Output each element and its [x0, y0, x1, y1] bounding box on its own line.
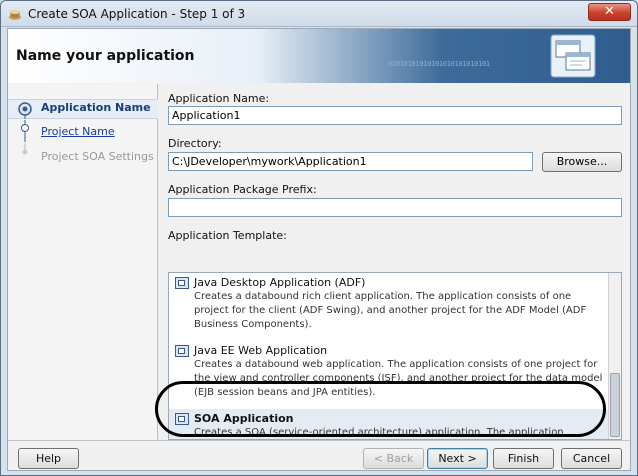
header-binary-decoration: 01010101010101010101010101	[388, 60, 490, 68]
list-item-selected[interactable]: SOA Application Creates a SOA (service-o…	[169, 409, 609, 439]
wizard-content: Application Name: Application1 Directory…	[159, 84, 630, 440]
list-item[interactable]: Java Desktop Application (ADF) Creates a…	[169, 273, 609, 337]
template-label: Application Template:	[168, 229, 287, 242]
template-list: Java Desktop Application (ADF) Creates a…	[168, 272, 622, 440]
step-project-name[interactable]: Project Name	[8, 120, 158, 144]
title-bar: Create SOA Application - Step 1 of 3 ✕	[1, 1, 637, 27]
step-label: Project SOA Settings	[41, 150, 154, 163]
help-button[interactable]: Help	[18, 448, 79, 469]
package-prefix-label: Application Package Prefix:	[168, 183, 317, 196]
page-title: Name your application	[16, 48, 195, 64]
wizard-windows-icon	[550, 34, 596, 78]
back-button[interactable]: < Back	[363, 448, 424, 469]
application-template-icon	[175, 413, 189, 425]
jdeveloper-cup-icon	[9, 10, 21, 20]
window-title: Create SOA Application - Step 1 of 3	[28, 7, 246, 21]
template-name: SOA Application	[194, 412, 294, 425]
wizard-client-area: Name your application 010101010101010101…	[7, 28, 631, 471]
finish-button[interactable]: Finish	[493, 448, 554, 469]
template-description: Creates a databound rich client applicat…	[194, 291, 587, 330]
current-step-node-icon	[18, 102, 32, 119]
directory-field[interactable]: C:\JDeveloper\mywork\Application1	[168, 152, 533, 171]
app-name-field[interactable]: Application1	[168, 106, 622, 125]
wizard-steps-panel: Application Name Project Name Project SO…	[8, 84, 158, 440]
template-list-scrollbar[interactable]	[608, 273, 621, 439]
wizard-window: Create SOA Application - Step 1 of 3 ✕ N…	[0, 0, 638, 476]
template-name: Java Desktop Application (ADF)	[194, 276, 366, 289]
template-description: Creates a SOA (service-oriented architec…	[194, 427, 564, 438]
step-application-name[interactable]: Application Name	[8, 99, 158, 119]
template-description: Creates a databound web application. The…	[194, 359, 603, 398]
list-item[interactable]: Java EE Web Application Creates a databo…	[169, 341, 609, 405]
close-button[interactable]: ✕	[588, 3, 631, 21]
cancel-button[interactable]: Cancel	[561, 448, 622, 469]
package-prefix-field[interactable]	[168, 198, 622, 217]
app-name-label: Application Name:	[168, 92, 270, 105]
wizard-header: Name your application 010101010101010101…	[8, 29, 630, 83]
step-label: Application Name	[41, 101, 151, 114]
application-template-icon	[175, 345, 189, 357]
template-name: Java EE Web Application	[194, 344, 328, 357]
step-label: Project Name	[41, 125, 115, 138]
next-button[interactable]: Next >	[427, 448, 488, 469]
step-project-soa-settings: Project SOA Settings	[8, 143, 158, 167]
wizard-footer: Help < Back Next > Finish Cancel	[8, 440, 630, 470]
directory-label: Directory:	[168, 137, 222, 150]
scrollbar-thumb[interactable]	[610, 373, 620, 437]
step-node-disabled-icon	[22, 143, 28, 155]
step-node-icon	[21, 120, 29, 142]
application-template-icon	[175, 277, 189, 289]
browse-button[interactable]: Browse...	[542, 152, 622, 172]
